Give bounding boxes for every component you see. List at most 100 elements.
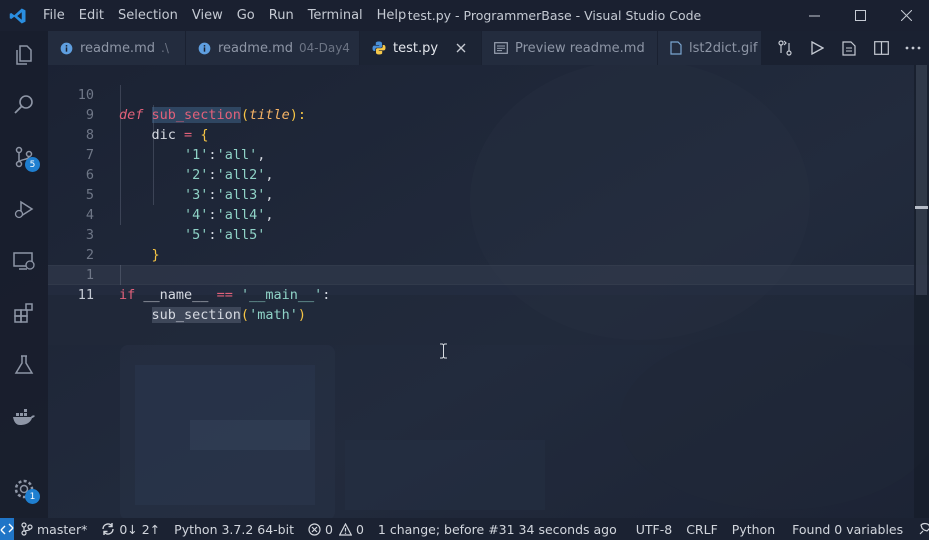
sync-icon [102,523,115,535]
text-cursor-icon [439,343,448,363]
tab-preview-readme[interactable]: Preview readme.md [482,31,658,65]
window-title: test.py - ProgrammerBase - Visual Studio… [407,8,702,23]
manage-button[interactable]: 1 [0,465,48,513]
feedback-button[interactable] [910,518,929,540]
menu-selection[interactable]: Selection [111,0,185,31]
remote-indicator-button[interactable] [0,518,14,540]
tab-test-py[interactable]: test.py [360,31,482,65]
status-bar-right: UTF-8 CRLF Python Found 0 variables [624,518,929,540]
docker-button[interactable] [0,393,48,441]
timeline-text: 1 change; before #31 34 seconds ago [377,521,617,537]
open-preview-button[interactable] [833,31,865,65]
info-icon [198,42,211,55]
tab-description: .\ [161,41,169,55]
minimize-button[interactable] [791,0,837,31]
warning-count: 0 [355,521,364,537]
close-icon [456,43,466,53]
tab-label: readme.md [80,40,155,56]
more-actions-button[interactable] [897,31,929,65]
python-interpreter: Python 3.7.2 64-bit [174,521,294,537]
language-mode: Python [731,521,776,537]
run-debug-button[interactable] [0,185,48,233]
compare-changes-button[interactable] [769,31,801,65]
search-icon [14,95,33,114]
menu-run[interactable]: Run [262,0,301,31]
activity-bar: 5 1 [0,31,48,518]
cursor-position-marker [915,206,928,209]
problems-button[interactable]: 0 0 [301,518,371,540]
ellipsis-icon [905,46,921,50]
editor-tab-bar: readme.md .\ readme.md 04-Day4 test.py P… [48,31,929,65]
files-icon [16,45,32,65]
preview-icon [494,42,508,54]
scm-badge: 5 [25,157,40,172]
branch-name: master* [37,521,88,537]
feedback-icon [919,522,929,535]
status-bar: master* 0↓ 2↑ Python 3.7.2 64-bit 0 0 1 … [0,518,929,540]
variables-status[interactable]: Found 0 variables [785,518,910,540]
menu-file[interactable]: File [36,0,72,31]
tab-readme-root[interactable]: readme.md .\ [48,31,186,65]
code-line: 4 '5':'all5' [48,185,914,243]
extensions-icon [14,303,33,323]
sync-status: 0↓ 2↑ [119,521,161,537]
code-line: 6 '3':'all3', [48,145,914,203]
vertical-scrollbar[interactable] [914,65,929,518]
remote-explorer-icon [13,252,35,270]
source-control-button[interactable]: 5 [0,133,48,181]
encoding: UTF-8 [635,521,673,537]
info-icon [60,42,73,55]
tab-lst2dict-gif[interactable]: lst2dict.gif [658,31,762,65]
menu-bar: File Edit Selection View Go Run Terminal… [36,0,413,31]
warning-icon [338,522,352,536]
code-line: 10 def sub_section(title): [48,65,914,123]
code-editor[interactable]: 10 def sub_section(title): 9 dic = { 8 '… [48,65,914,518]
encoding-button[interactable]: UTF-8 [624,518,684,540]
split-editor-icon [873,41,889,55]
code-line: 2 [48,225,914,263]
menu-view[interactable]: View [185,0,230,31]
git-branch-icon [21,522,33,536]
run-file-button[interactable] [801,31,833,65]
title-bar: File Edit Selection View Go Run Terminal… [0,0,929,31]
variables-text: Found 0 variables [792,521,904,537]
code-line: 1 if __name__ == '__main__': [48,245,914,303]
remote-explorer-button[interactable] [0,237,48,285]
timeline-status[interactable]: 1 change; before #31 34 seconds ago [371,518,624,540]
split-editor-button[interactable] [865,31,897,65]
tab-label: test.py [393,40,439,56]
menu-terminal[interactable]: Terminal [301,0,370,31]
testing-button[interactable] [0,341,48,389]
menu-edit[interactable]: Edit [72,0,111,31]
tab-label: readme.md [218,40,293,56]
code-line: 5 '4':'all4', [48,165,914,223]
search-button[interactable] [0,81,48,129]
menu-go[interactable]: Go [230,0,262,31]
explorer-button[interactable] [0,31,48,79]
tab-readme-day4[interactable]: readme.md 04-Day4 [186,31,360,65]
flask-icon [14,355,34,374]
branch-button[interactable]: master* [14,518,94,540]
eol-button[interactable]: CRLF [684,518,730,540]
preview-icon [842,40,856,56]
language-mode-button[interactable]: Python [730,518,785,540]
error-count: 0 [324,521,333,537]
scrollbar-thumb[interactable] [916,65,927,295]
code-line: 3 } [48,205,914,263]
end-of-line: CRLF [686,521,718,537]
tab-label: Preview readme.md [515,40,645,56]
close-tab-button[interactable] [454,43,468,53]
close-window-button[interactable] [883,0,929,31]
extensions-button[interactable] [0,289,48,337]
tab-description: 04-Day4 [299,41,350,55]
remote-icon [0,523,14,535]
code-line: 8 '1':'all', [48,105,914,163]
sync-button[interactable]: 0↓ 2↑ [94,518,167,540]
code-line: 9 dic = { [48,85,914,143]
menu-help[interactable]: Help [370,0,414,31]
line-number: 11 [77,287,94,303]
maximize-button[interactable] [837,0,883,31]
git-compare-icon [778,40,792,56]
editor-actions [769,31,929,65]
python-interpreter-button[interactable]: Python 3.7.2 64-bit [167,518,301,540]
